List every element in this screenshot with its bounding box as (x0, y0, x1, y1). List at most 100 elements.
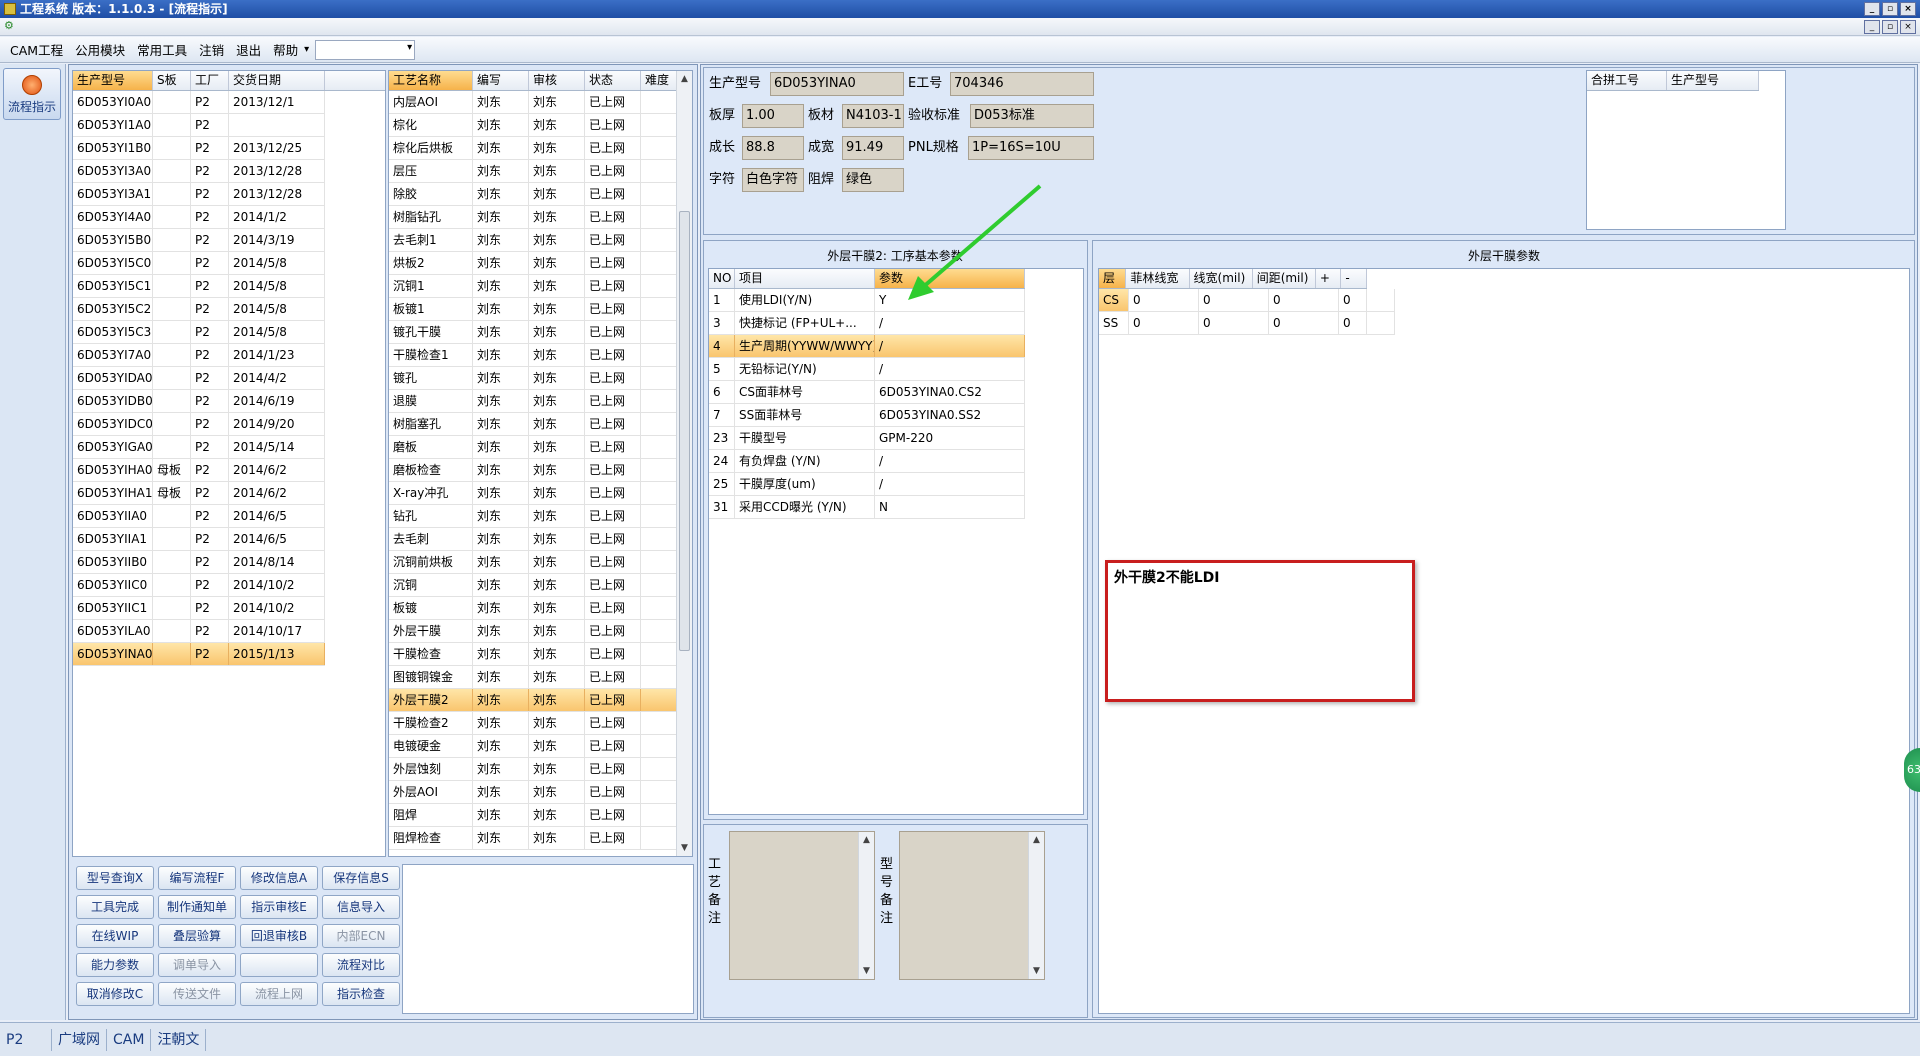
action-button[interactable]: 信息导入 (322, 895, 400, 919)
scroll-up-icon[interactable]: ▲ (677, 71, 692, 87)
action-button[interactable]: 指示检查 (322, 982, 400, 1006)
table-row[interactable]: 6D053YIGA0 P2 2014/5/14 (73, 436, 325, 459)
param-value-cell[interactable]: / (875, 358, 1025, 380)
table-row[interactable]: 25 干膜厚度(um) / (709, 473, 1025, 496)
action-button[interactable]: 取消修改C (76, 982, 154, 1006)
model-remark-field[interactable]: ▲ ▼ (899, 831, 1045, 980)
status-factory[interactable]: P2 (0, 1028, 52, 1051)
table-row[interactable]: 6D053YIDC0 P2 2014/9/20 (73, 413, 325, 436)
process-header-cell[interactable]: 编写 (473, 71, 529, 90)
table-row[interactable]: 阻焊 刘东 刘东 已上网 (389, 804, 677, 827)
table-row[interactable]: 6D053YI1A0 P2 (73, 114, 325, 137)
menu-exit[interactable]: 退出 (230, 40, 267, 59)
table-row[interactable]: 6D053YI5C1 P2 2014/5/8 (73, 275, 325, 298)
prod-model-field[interactable]: 6D053YINA0 (770, 72, 904, 96)
table-row[interactable]: 6D053YIIB0 P2 2014/8/14 (73, 551, 325, 574)
table-row[interactable]: 镀孔 刘东 刘东 已上网 (389, 367, 677, 390)
restore-button[interactable]: ▫ (1882, 2, 1898, 16)
action-button[interactable]: 工具完成 (76, 895, 154, 919)
table-row[interactable]: 6D053YIIC0 P2 2014/10/2 (73, 574, 325, 597)
param-value-cell[interactable]: 6D053YINA0.CS2 (875, 381, 1025, 403)
table-row[interactable]: 6D053YIHA0 母板 P2 2014/6/2 (73, 459, 325, 482)
process-header-cell[interactable]: 工艺名称 (389, 71, 473, 90)
table-row[interactable]: 6D053YIIA1 P2 2014/6/5 (73, 528, 325, 551)
table-row[interactable]: 6D053YI5C3 P2 2014/5/8 (73, 321, 325, 344)
close-button[interactable]: × (1900, 2, 1916, 16)
action-button[interactable]: 在线WIP (76, 924, 154, 948)
table-row[interactable]: 6D053YIDB0 P2 2014/6/19 (73, 390, 325, 413)
table-row[interactable]: 外层干膜 刘东 刘东 已上网 (389, 620, 677, 643)
table-row[interactable]: 3 快捷标记 (FP+UL+... / (709, 312, 1025, 335)
action-button[interactable]: 制作通知单 (158, 895, 236, 919)
table-row[interactable]: 6D053YI5C2 P2 2014/5/8 (73, 298, 325, 321)
table-row[interactable]: 电镀硬金 刘东 刘东 已上网 (389, 735, 677, 758)
table-row[interactable]: 去毛刺 刘东 刘东 已上网 (389, 528, 677, 551)
process-scrollbar[interactable]: ▲ ▼ (676, 71, 692, 856)
action-button[interactable]: 保存信息S (322, 866, 400, 890)
table-row[interactable]: 棕化后烘板 刘东 刘东 已上网 (389, 137, 677, 160)
outer-cell[interactable]: 0 (1129, 289, 1199, 311)
table-row[interactable]: 退膜 刘东 刘东 已上网 (389, 390, 677, 413)
table-row[interactable]: 钻孔 刘东 刘东 已上网 (389, 505, 677, 528)
action-button[interactable]: 流程对比 (322, 953, 400, 977)
process-header-cell[interactable]: 审核 (529, 71, 585, 90)
table-row[interactable]: 6D053YILA0 P2 2014/10/17 (73, 620, 325, 643)
table-row[interactable]: 树脂钻孔 刘东 刘东 已上网 (389, 206, 677, 229)
param-value-cell[interactable]: / (875, 450, 1025, 472)
menu-combo[interactable] (315, 39, 416, 60)
table-row[interactable]: 6D053YINA0 P2 2015/1/13 (73, 643, 325, 666)
child-close-button[interactable]: × (1900, 20, 1916, 34)
table-row[interactable]: 31 采用CCD曝光 (Y/N) N (709, 496, 1025, 519)
child-restore-button[interactable]: ▫ (1882, 20, 1898, 34)
table-row[interactable]: 6D053YI4A0 P2 2014/1/2 (73, 206, 325, 229)
table-row[interactable]: 磨板 刘东 刘东 已上网 (389, 436, 677, 459)
action-button[interactable]: 编写流程F (158, 866, 236, 890)
pnl-field[interactable]: 1P=16S=10U (968, 136, 1094, 160)
table-row[interactable]: 6D053YI3A0 P2 2013/12/28 (73, 160, 325, 183)
action-button[interactable]: 叠层验算 (158, 924, 236, 948)
table-row[interactable]: 6D053YI3A1 P2 2013/12/28 (73, 183, 325, 206)
action-button[interactable]: 型号查询X (76, 866, 154, 890)
table-row[interactable]: 层压 刘东 刘东 已上网 (389, 160, 677, 183)
table-row[interactable]: 7 SS面菲林号 6D053YINA0.SS2 (709, 404, 1025, 427)
outer-cell[interactable]: 0 (1339, 289, 1367, 311)
thick-field[interactable]: 1.00 (742, 104, 804, 128)
table-row[interactable]: 干膜检查2 刘东 刘东 已上网 (389, 712, 677, 735)
outer-cell[interactable]: CS (1099, 289, 1129, 311)
table-row[interactable]: 内层AOI 刘东 刘东 已上网 (389, 91, 677, 114)
model-header-cell[interactable]: S板 (153, 71, 191, 90)
table-row[interactable]: 6D053YIHA1 母板 P2 2014/6/2 (73, 482, 325, 505)
table-row[interactable]: 沉铜前烘板 刘东 刘东 已上网 (389, 551, 677, 574)
table-row[interactable]: 6D053YIDA0 P2 2014/4/2 (73, 367, 325, 390)
minimize-button[interactable]: _ (1864, 2, 1880, 16)
side-badge[interactable]: 63 (1904, 748, 1920, 792)
material-field[interactable]: N4103-1 (842, 104, 904, 128)
table-row[interactable]: 磨板检查 刘东 刘东 已上网 (389, 459, 677, 482)
menu-help[interactable]: 帮助 (267, 40, 304, 59)
outer-cell[interactable]: 0 (1199, 289, 1269, 311)
scroll-down-icon[interactable]: ▼ (677, 840, 692, 856)
table-row[interactable]: 外层干膜2 刘东 刘东 已上网 (389, 689, 677, 712)
table-row[interactable]: 6D053YI5B0 P2 2014/3/19 (73, 229, 325, 252)
help-dropdown-icon[interactable]: ▾ (304, 44, 309, 55)
action-button[interactable]: 能力参数 (76, 953, 154, 977)
action-button[interactable]: 回退审核B (240, 924, 318, 948)
table-row[interactable]: 去毛刺1 刘东 刘东 已上网 (389, 229, 677, 252)
outer-cell[interactable]: 0 (1269, 312, 1339, 334)
action-button[interactable]: 修改信息A (240, 866, 318, 890)
e-no-field[interactable]: 704346 (950, 72, 1094, 96)
outer-cell[interactable] (1367, 289, 1395, 311)
table-row[interactable]: 板镀1 刘东 刘东 已上网 (389, 298, 677, 321)
table-row[interactable]: 24 有负焊盘 (Y/N) / (709, 450, 1025, 473)
table-row[interactable]: 外层AOI 刘东 刘东 已上网 (389, 781, 677, 804)
table-row[interactable]: 除胶 刘东 刘东 已上网 (389, 183, 677, 206)
table-row[interactable]: 6D053YIIC1 P2 2014/10/2 (73, 597, 325, 620)
model-header-cell[interactable]: 交货日期 (229, 71, 325, 90)
table-row[interactable]: 干膜检查1 刘东 刘东 已上网 (389, 344, 677, 367)
table-row[interactable]: 阻焊检查 刘东 刘东 已上网 (389, 827, 677, 850)
mask-field[interactable]: 绿色 (842, 168, 904, 192)
width-field[interactable]: 91.49 (842, 136, 904, 160)
model-header-cell[interactable]: 生产型号 (73, 71, 153, 90)
table-row[interactable]: 6D053YI1B0 P2 2013/12/25 (73, 137, 325, 160)
table-row[interactable]: 沉铜 刘东 刘东 已上网 (389, 574, 677, 597)
